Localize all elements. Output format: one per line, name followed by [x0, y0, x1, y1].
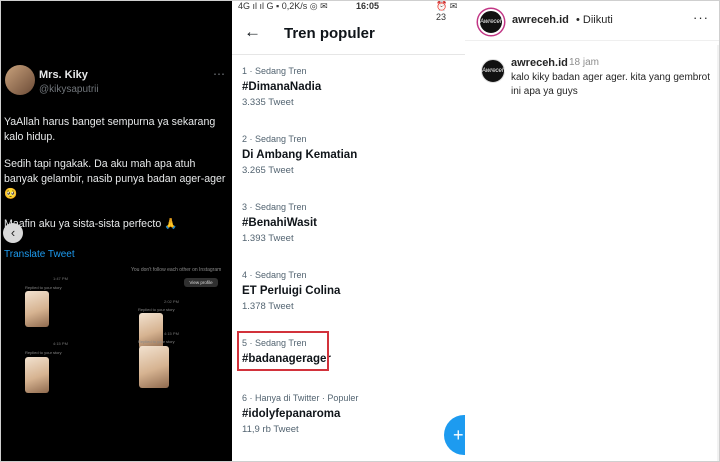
trend-meta: 6 · Hanya di Twitter · Populer — [242, 393, 359, 403]
divider — [465, 40, 719, 41]
divider — [232, 54, 465, 55]
screenshot-frame: Mrs. Kiky @kikysaputrii ⋯ YaAllah harus … — [0, 0, 720, 462]
profile-avatar[interactable]: Awreceh — [478, 9, 504, 35]
tweet-avatar[interactable] — [5, 65, 35, 95]
view-profile-button[interactable]: View profile — [184, 278, 218, 287]
status-time: 16:05 — [356, 1, 380, 11]
story-thumbnail — [25, 291, 49, 327]
comment-text: kalo kiky badan ager ager. kita yang gem… — [511, 72, 711, 97]
trend-item[interactable]: 4 · Sedang Tren ET Perluigi Colina 1.378… — [242, 269, 457, 313]
story-thumbnail — [25, 357, 49, 393]
trend-name: #DimanaNadia — [242, 81, 322, 93]
tweet-panel: Mrs. Kiky @kikysaputrii ⋯ YaAllah harus … — [1, 1, 232, 461]
chat-replied-label: Replied to your story — [25, 285, 62, 290]
trend-name: #idolyfepanaroma — [242, 408, 341, 420]
trend-meta: 3 · Sedang Tren — [242, 202, 307, 212]
trend-item[interactable]: 6 · Hanya di Twitter · Populer #idolyfep… — [242, 392, 457, 436]
back-arrow-icon[interactable]: ← — [244, 22, 261, 42]
tweet-author-name[interactable]: Mrs. Kiky — [39, 69, 88, 81]
chat-timestamp: 1:47 PM — [53, 276, 68, 281]
comment-time: 18 jam — [569, 57, 600, 68]
highlight-box — [237, 331, 329, 371]
trend-name: ET Perluigi Colina — [242, 285, 341, 297]
chat-replied-label: Replied to your story — [138, 307, 175, 312]
chat-timestamp: 4:15 PM — [164, 331, 179, 336]
instagram-panel: Awreceh awreceh.id • Diikuti ··· Awreceh… — [465, 1, 719, 461]
trend-meta: 4 · Sedang Tren — [242, 270, 307, 280]
trend-count: 3.265 Tweet — [242, 165, 294, 176]
chat-replied-label: Replied to your story — [25, 350, 62, 355]
trend-count: 1.393 Tweet — [242, 233, 294, 244]
chat-replied-label: Replied to your story — [138, 339, 175, 344]
status-signal: 4G ıl ıl G ▪ 0,2K/s ◎ ✉ — [238, 1, 328, 11]
trend-name: Di Ambang Kematian — [242, 149, 358, 161]
scrollbar[interactable] — [717, 45, 719, 461]
comment-avatar[interactable]: Awreceh — [481, 59, 505, 83]
page-title: Tren populer — [284, 25, 375, 42]
trend-count: 11,9 rb Tweet — [242, 424, 299, 435]
status-battery: ⏰ ✉ 23 — [436, 1, 458, 22]
profile-username[interactable]: awreceh.id — [512, 14, 569, 26]
more-options-icon[interactable]: ··· — [693, 10, 709, 25]
trend-meta: 1 · Sedang Tren — [242, 66, 307, 76]
tweet-author-handle: @kikysaputrii — [39, 84, 99, 95]
carousel-prev-icon[interactable]: ‹ — [3, 223, 23, 243]
trend-meta: 2 · Sedang Tren — [242, 134, 307, 144]
chat-follow-notice: You don't follow each other on Instagram — [131, 267, 222, 273]
tweet-text-line-3: Maafin aku ya sista-sista perfecto 🙏 — [4, 218, 178, 230]
translate-tweet-link[interactable]: Translate Tweet — [4, 249, 75, 260]
more-options-icon[interactable]: ⋯ — [213, 67, 225, 81]
trend-item[interactable]: 3 · Sedang Tren #BenahiWasit 1.393 Tweet — [242, 201, 457, 245]
trend-name: #BenahiWasit — [242, 217, 317, 229]
tweet-text-line-2: Sedih tapi ngakak. Da aku mah apa atuh b… — [4, 158, 226, 200]
status-bar: 4G ıl ıl G ▪ 0,2K/s ◎ ✉ 16:05 ⏰ ✉ 23 — [232, 1, 465, 22]
trend-item[interactable]: 2 · Sedang Tren Di Ambang Kematian 3.265… — [242, 133, 457, 177]
trend-count: 3.335 Tweet — [242, 97, 294, 108]
story-thumbnail — [139, 346, 169, 388]
trends-panel: 4G ıl ıl G ▪ 0,2K/s ◎ ✉ 16:05 ⏰ ✉ 23 ← T… — [232, 1, 466, 461]
follow-status[interactable]: • Diikuti — [576, 14, 613, 26]
chat-timestamp: 2:02 PM — [164, 299, 179, 304]
chat-timestamp: 4:15 PM — [53, 341, 68, 346]
trend-count: 1.378 Tweet — [242, 301, 294, 312]
tweet-text-line-1: YaAllah harus banget sempurna ya sekaran… — [4, 116, 216, 143]
comment-username[interactable]: awreceh.id — [511, 57, 568, 69]
trend-item[interactable]: 1 · Sedang Tren #DimanaNadia 3.335 Tweet — [242, 65, 457, 109]
